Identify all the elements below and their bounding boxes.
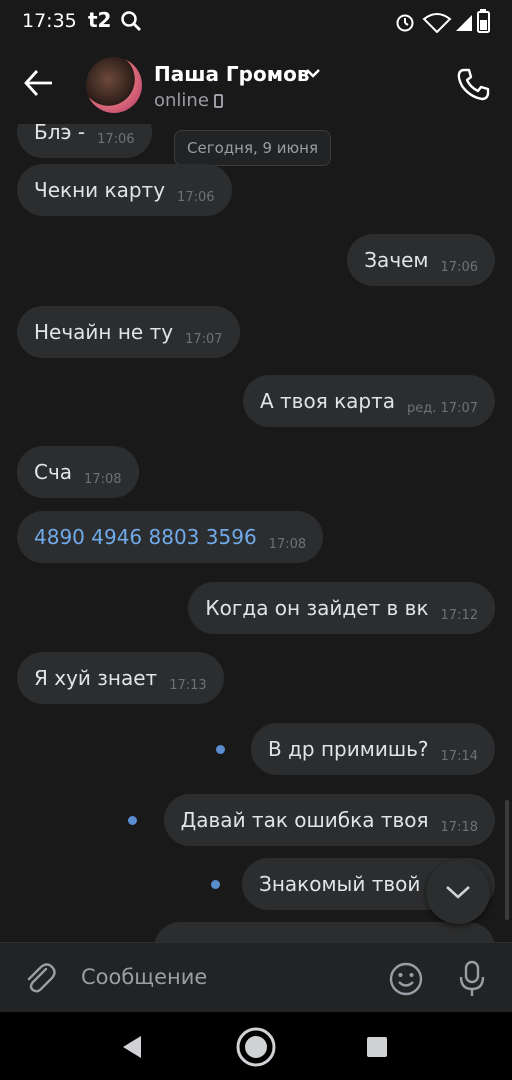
message-in[interactable]: Нечайн не ту 17:07 xyxy=(17,306,240,358)
back-arrow-icon[interactable] xyxy=(22,66,56,100)
message-in[interactable]: Я хуй знает 17:13 xyxy=(17,652,224,704)
contact-name[interactable]: Паша Громов xyxy=(154,62,309,86)
chevron-down-icon[interactable] xyxy=(305,66,321,80)
chat-header: Паша Громов online xyxy=(0,44,512,124)
message-out[interactable]: Давай так ошибка твоя 17:18 xyxy=(163,794,495,846)
message-in[interactable]: Сча 17:08 xyxy=(17,446,139,498)
message-out-partial[interactable] xyxy=(154,922,495,942)
nav-recents-icon[interactable] xyxy=(366,1036,388,1058)
mobile-device-icon xyxy=(214,94,223,108)
nav-home-icon[interactable] xyxy=(235,1026,277,1068)
scroll-to-bottom-button[interactable] xyxy=(426,860,490,924)
message-in[interactable]: Блэ -17:06 xyxy=(17,124,152,158)
battery-icon xyxy=(477,9,490,33)
card-number-link[interactable]: 4890 4946 8803 3596 xyxy=(34,525,257,549)
message-out[interactable]: А твоя карта ред. 17:07 xyxy=(242,375,495,427)
system-nav-bar xyxy=(0,1012,512,1080)
scrollbar[interactable] xyxy=(505,800,509,920)
phone-call-icon[interactable] xyxy=(456,66,492,102)
date-separator: Сегодня, 9 июня xyxy=(174,130,332,166)
unread-dot xyxy=(216,745,225,754)
message-out[interactable]: Когда он зайдет в вк 17:12 xyxy=(188,582,495,634)
message-in-card-number[interactable]: 4890 4946 8803 3596 17:08 xyxy=(17,511,324,563)
online-status: online xyxy=(154,90,209,111)
nav-back-icon[interactable] xyxy=(120,1034,144,1060)
wifi-icon xyxy=(422,13,452,33)
chevron-down-icon xyxy=(446,886,470,899)
status-bar: 17:35 t2 xyxy=(0,0,512,44)
message-in[interactable]: Чекни карту 17:06 xyxy=(17,164,232,216)
microphone-icon[interactable] xyxy=(456,959,488,999)
carrier-label: t2 xyxy=(88,8,112,32)
message-list[interactable]: Блэ -17:06 Сегодня, 9 июня Чекни карту 17… xyxy=(0,124,512,942)
message-out[interactable]: В др примишь? 17:14 xyxy=(251,723,495,775)
signal-icon xyxy=(456,15,472,31)
status-time: 17:35 xyxy=(22,10,77,32)
unread-dot xyxy=(128,816,137,825)
paperclip-icon[interactable] xyxy=(24,961,56,997)
message-composer: Сообщение xyxy=(0,942,512,1013)
unread-dot xyxy=(211,880,220,889)
search-status-icon xyxy=(121,11,141,31)
alarm-icon xyxy=(396,14,414,32)
smiley-icon[interactable] xyxy=(388,961,424,997)
avatar[interactable] xyxy=(86,57,142,113)
message-input[interactable]: Сообщение xyxy=(81,965,207,989)
message-out[interactable]: Зачем 17:06 xyxy=(347,234,495,286)
